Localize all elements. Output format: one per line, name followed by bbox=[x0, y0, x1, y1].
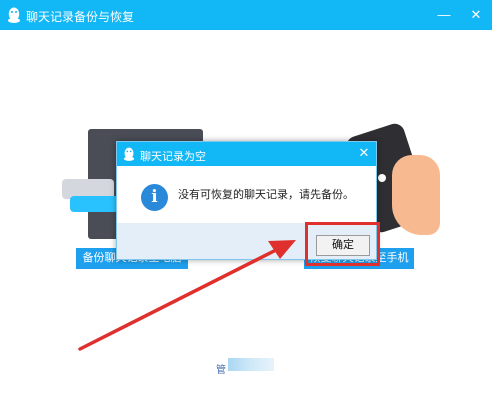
window-title: 聊天记录备份与恢复 bbox=[26, 10, 135, 24]
close-icon[interactable]: ✕ bbox=[357, 146, 371, 160]
dialog-message: 没有可恢复的聊天记录，请先备份。 bbox=[178, 189, 354, 201]
dialog-title: 聊天记录为空 bbox=[140, 151, 206, 163]
dialog-titlebar: 聊天记录为空 ✕ bbox=[117, 142, 376, 166]
minimize-icon[interactable]: — bbox=[437, 8, 451, 22]
hand-illustration bbox=[392, 155, 440, 235]
close-icon[interactable]: ✕ bbox=[469, 8, 483, 22]
annotation-highlight-box bbox=[305, 222, 380, 266]
manage-link[interactable]: 管 bbox=[216, 361, 226, 376]
qq-penguin-icon bbox=[8, 7, 20, 23]
info-icon: i bbox=[141, 184, 168, 211]
blurred-link-text bbox=[228, 358, 274, 371]
window-titlebar: 聊天记录备份与恢复 — ✕ bbox=[0, 0, 492, 30]
qq-penguin-icon bbox=[123, 147, 135, 161]
phone-camera-illustration bbox=[378, 174, 386, 182]
